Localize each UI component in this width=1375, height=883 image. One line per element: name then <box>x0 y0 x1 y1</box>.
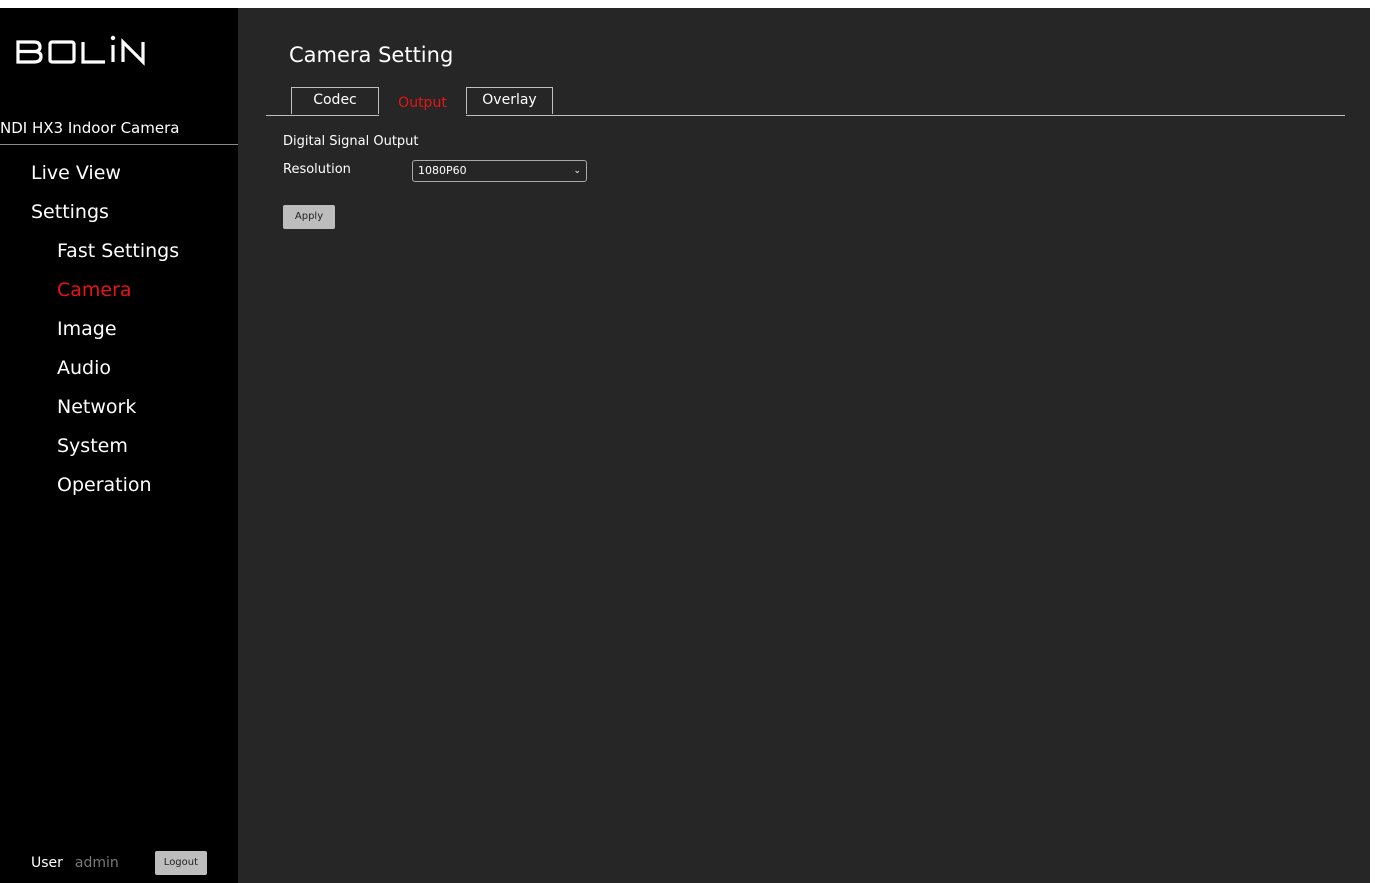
logout-button[interactable]: Logout <box>154 851 208 875</box>
tab-output[interactable]: Output <box>379 87 466 116</box>
nav-item-system[interactable]: System <box>0 429 238 468</box>
user-name: admin <box>74 855 119 871</box>
device-name: NDI HX3 Indoor Camera <box>0 119 180 137</box>
nav-item-image[interactable]: Image <box>0 312 238 351</box>
resolution-value: 1080P60 <box>418 164 467 177</box>
main-panel: Camera Setting Codec Output Overlay Digi… <box>238 8 1370 883</box>
nav-item-audio[interactable]: Audio <box>0 351 238 390</box>
sidebar: NDI HX3 Indoor Camera Live View Settings… <box>0 8 238 883</box>
nav-item-camera[interactable]: Camera <box>0 273 238 312</box>
tab-codec[interactable]: Codec <box>291 87 379 114</box>
nav-item-operation[interactable]: Operation <box>0 468 238 507</box>
section-label: Digital Signal Output <box>283 134 419 149</box>
chevron-down-icon: ⌄ <box>573 166 581 176</box>
tab-bar: Codec Output Overlay <box>266 87 1345 116</box>
user-label: User <box>31 855 63 871</box>
app-window: NDI HX3 Indoor Camera Live View Settings… <box>0 8 1370 883</box>
nav-item-fast-settings[interactable]: Fast Settings <box>0 234 238 273</box>
sidebar-nav: Live View Settings Fast Settings Camera … <box>0 156 238 507</box>
nav-item-settings[interactable]: Settings <box>0 195 238 234</box>
user-area: User admin Logout <box>31 850 208 876</box>
apply-button[interactable]: Apply <box>283 205 335 229</box>
page-title: Camera Setting <box>289 43 454 67</box>
resolution-label: Resolution <box>283 162 351 177</box>
nav-item-network[interactable]: Network <box>0 390 238 429</box>
nav-item-live-view[interactable]: Live View <box>0 156 238 195</box>
bolin-logo <box>16 35 145 66</box>
divider <box>0 144 238 145</box>
tab-overlay[interactable]: Overlay <box>466 87 553 114</box>
resolution-select[interactable]: 1080P60 ⌄ <box>412 160 587 182</box>
